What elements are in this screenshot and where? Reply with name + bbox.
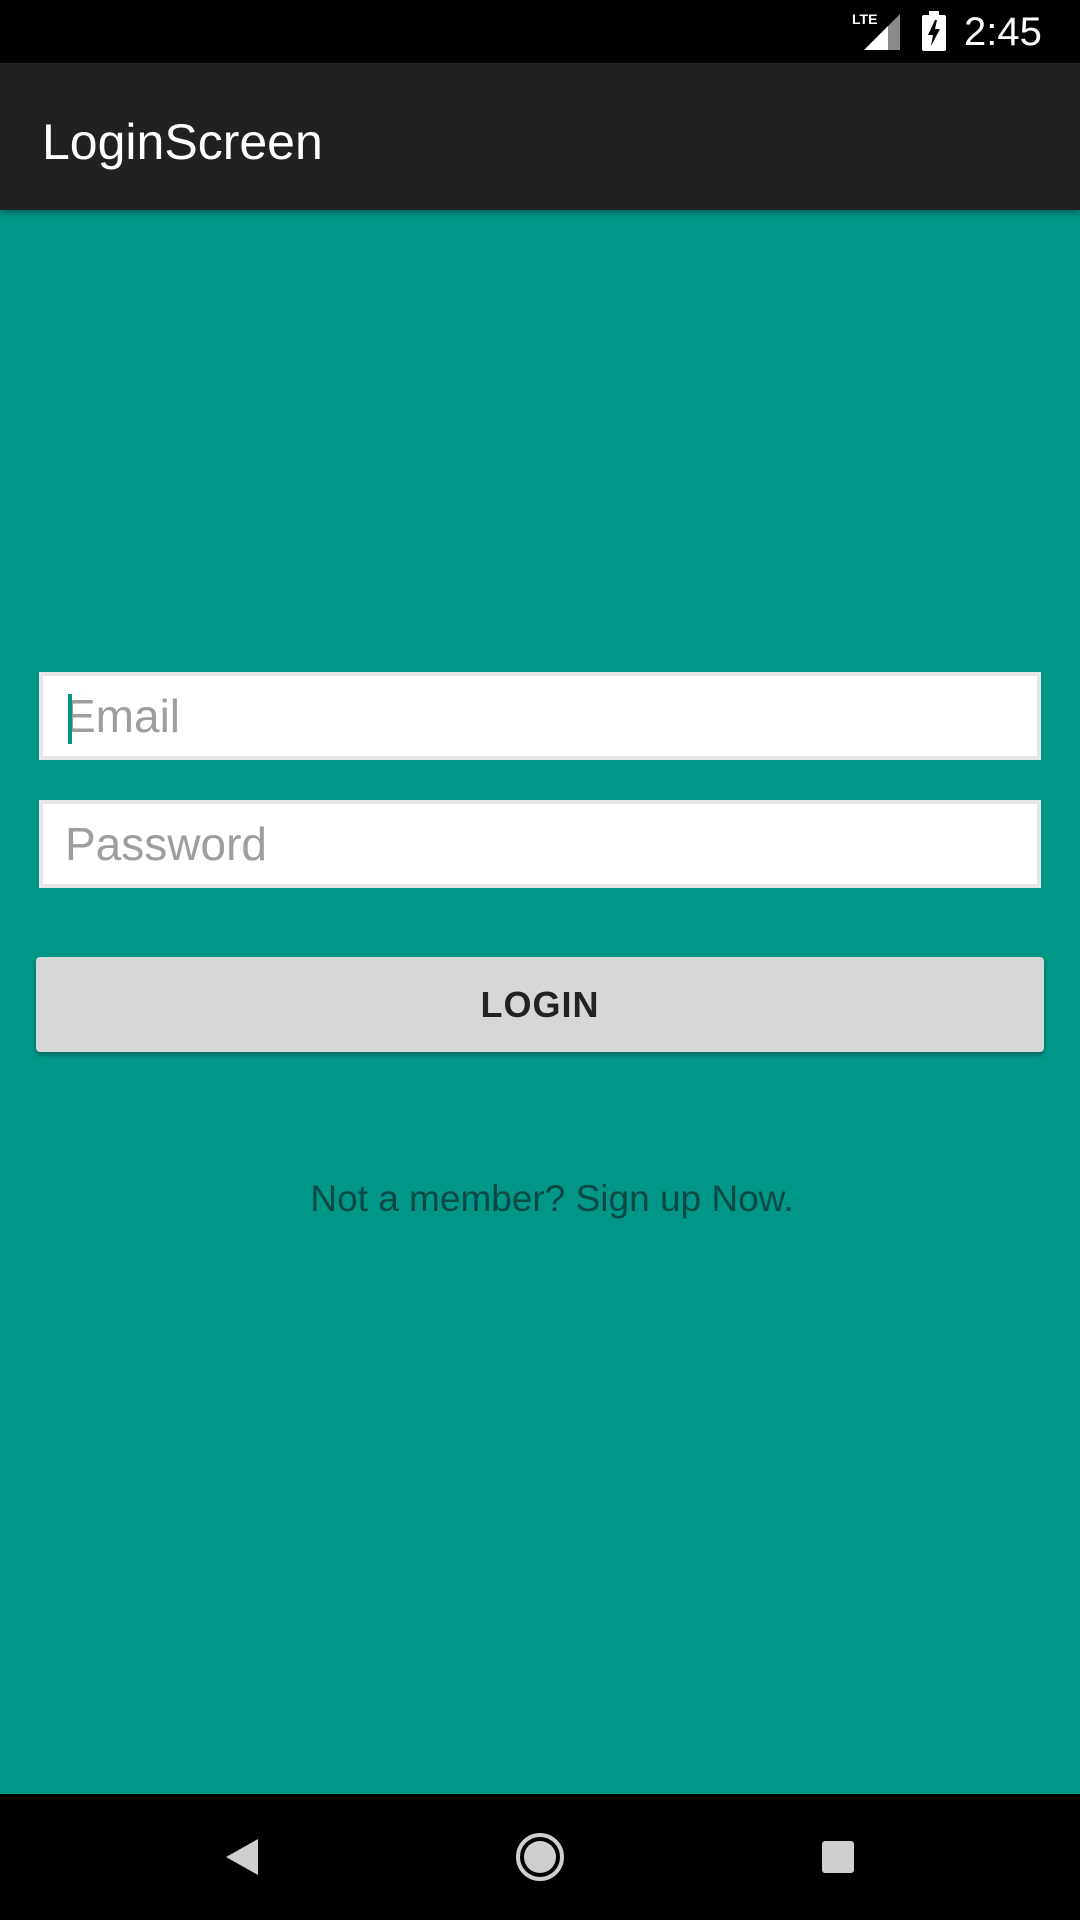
password-input[interactable] bbox=[43, 804, 1037, 884]
login-screen: LTE 2:45 LoginScreen LOGIN Not a member?… bbox=[0, 0, 1080, 1920]
recents-icon[interactable] bbox=[808, 1827, 868, 1887]
battery-charging-icon bbox=[922, 11, 946, 51]
svg-text:LTE: LTE bbox=[852, 11, 877, 27]
app-title: LoginScreen bbox=[42, 114, 323, 170]
lte-signal-icon: LTE bbox=[852, 11, 900, 50]
login-button[interactable]: LOGIN bbox=[36, 957, 1044, 1052]
app-bar: LoginScreen bbox=[0, 63, 1080, 210]
signup-link[interactable]: Not a member? Sign up Now. bbox=[0, 1175, 1080, 1223]
navigation-bar bbox=[0, 1794, 1080, 1920]
email-input[interactable] bbox=[43, 676, 1037, 756]
email-field[interactable] bbox=[39, 672, 1041, 760]
status-bar: LTE 2:45 bbox=[0, 0, 1080, 63]
password-field[interactable] bbox=[39, 800, 1041, 888]
status-clock: 2:45 bbox=[964, 10, 1042, 54]
home-icon[interactable] bbox=[510, 1827, 570, 1887]
back-icon[interactable] bbox=[212, 1827, 272, 1887]
